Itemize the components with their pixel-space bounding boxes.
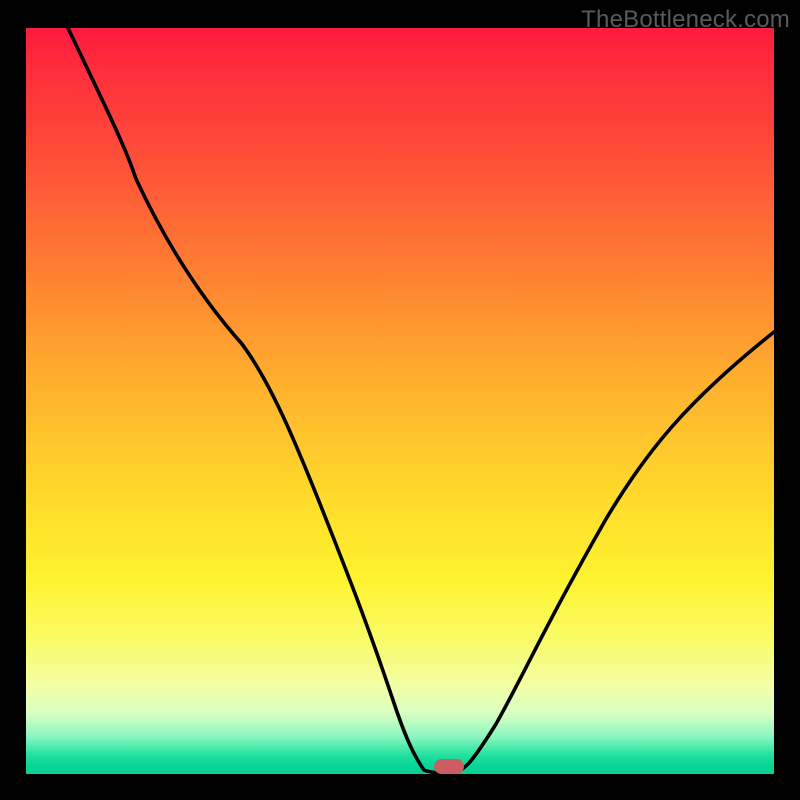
watermark-text: TheBottleneck.com: [581, 6, 790, 34]
sweet-spot-marker: [434, 759, 464, 774]
bottleneck-curve-path: [68, 28, 774, 773]
gradient-plot-area: [26, 28, 774, 774]
chart-frame: TheBottleneck.com: [0, 0, 800, 800]
bottleneck-curve: [26, 28, 774, 774]
